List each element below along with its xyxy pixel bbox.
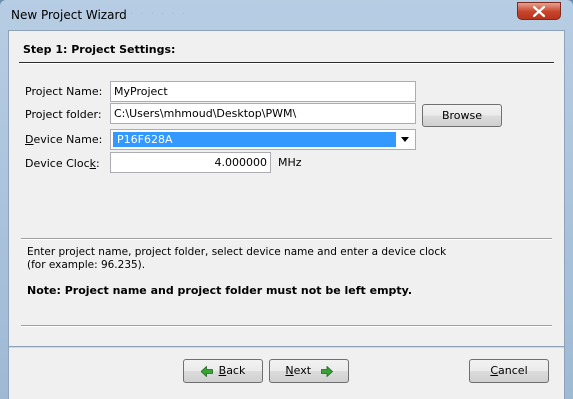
cancel-button[interactable]: Cancel (469, 359, 549, 383)
title-bar[interactable]: New Project Wizard · · · · · · (0, 0, 573, 30)
help-text: Enter project name, project folder, sele… (27, 246, 537, 272)
device-name-select[interactable]: P16F628A (110, 129, 416, 150)
header-divider (19, 62, 554, 64)
background-window-text: · · · · · · (130, 9, 187, 20)
device-clock-label-post: : (96, 157, 100, 170)
window-title: New Project Wizard (11, 8, 127, 22)
wizard-content: Step 1: Project Settings: Project Name: … (8, 30, 565, 347)
dropdown-arrow[interactable] (397, 132, 413, 147)
help-text-line1: Enter project name, project folder, sele… (27, 246, 447, 258)
arrow-left-icon (200, 365, 213, 377)
chevron-down-icon (401, 137, 409, 142)
device-name-selected: P16F628A (113, 132, 396, 147)
cancel-accel: C (490, 364, 499, 377)
button-bar: Back Next Cancel (8, 347, 565, 399)
step-title: Step 1: Project Settings: (23, 43, 176, 56)
device-name-label: Device Name: (25, 133, 102, 146)
device-clock-label: Device Clock: (25, 157, 100, 170)
button-bar-divider (9, 347, 564, 348)
cancel-label: ancel (498, 364, 528, 377)
arrow-right-icon (320, 365, 333, 377)
device-name-label-rest: evice Name: (33, 133, 103, 146)
next-accel: N (285, 364, 294, 377)
browse-button[interactable]: Browse (422, 104, 502, 127)
device-clock-unit: MHz (278, 156, 302, 169)
project-name-label: Project Name: (25, 85, 103, 98)
project-folder-label: Project folder: (25, 108, 102, 121)
close-button[interactable] (517, 2, 561, 20)
device-clock-input[interactable]: 4.000000 (110, 152, 271, 173)
device-clock-label-pre: Device Cloc (25, 157, 90, 170)
next-button[interactable]: Next (269, 359, 349, 383)
bottom-divider (21, 325, 552, 327)
help-divider (21, 238, 552, 240)
next-label: ext (293, 364, 312, 377)
project-folder-input[interactable]: C:\Users\mhmoud\Desktop\PWM\ (110, 103, 416, 124)
close-icon (533, 6, 545, 17)
help-text-line2: (for example: 96.235). (27, 259, 146, 271)
back-label: ack (226, 364, 246, 377)
wizard-window: New Project Wizard · · · · · · Step 1: P… (0, 0, 573, 399)
back-button[interactable]: Back (183, 359, 263, 383)
project-name-input[interactable]: MyProject (110, 81, 416, 102)
note-text: Note: Project name and project folder mu… (27, 284, 413, 297)
